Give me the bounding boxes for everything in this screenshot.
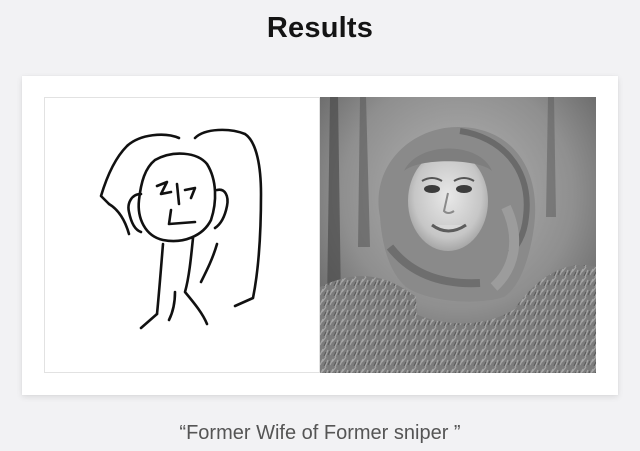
results-page: Results “Former Wife of Former sniper ” xyxy=(0,0,640,451)
sketch-drawing xyxy=(99,128,263,330)
page-title: Results xyxy=(266,12,374,44)
sketch-input-image xyxy=(44,97,320,373)
generated-result-image xyxy=(320,97,596,373)
generated-portrait xyxy=(320,97,596,373)
result-caption: “Former Wife of Former sniper ” xyxy=(179,422,461,444)
